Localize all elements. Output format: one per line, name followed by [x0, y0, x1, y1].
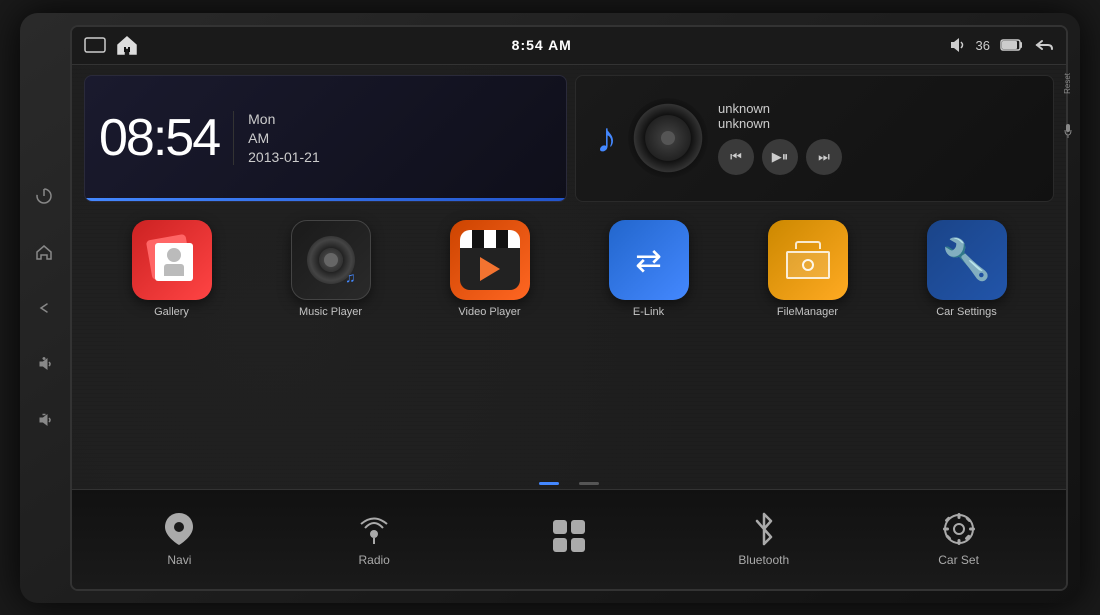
- apps-area: Gallery ♫ Music Player: [72, 210, 1066, 478]
- apps-grid-icon: [553, 520, 585, 552]
- nav-navi[interactable]: Navi: [129, 511, 229, 567]
- main-content: 08:54 Mon AM 2013-01-21 ♪: [72, 65, 1066, 589]
- bluetooth-icon: [748, 511, 780, 547]
- clock-info: Mon AM 2013-01-21: [233, 111, 320, 165]
- app-gallery[interactable]: Gallery: [122, 220, 222, 318]
- gallery-label: Gallery: [154, 306, 189, 318]
- play-pause-button[interactable]: ▶⏸: [762, 139, 798, 175]
- app-settings[interactable]: 🔧 Car Settings: [917, 220, 1017, 318]
- home-button[interactable]: [30, 238, 58, 266]
- app-video[interactable]: Video Player: [440, 220, 540, 318]
- page-dot-1: [539, 482, 559, 485]
- video-label: Video Player: [458, 306, 520, 318]
- bluetooth-label: Bluetooth: [738, 553, 789, 567]
- music-album-art: ♪: [588, 93, 708, 183]
- radio-icon: [356, 511, 392, 547]
- right-side-buttons: Reset: [1063, 73, 1072, 140]
- music-app-note: ♫: [345, 269, 356, 285]
- music-widget: ♪ unknown unknown ⏮ ▶⏸: [575, 75, 1054, 202]
- music-info: unknown unknown ⏮ ▶⏸ ⏭: [718, 101, 1041, 175]
- volume-status-icon: [946, 37, 966, 53]
- status-right-icons: 36: [946, 37, 1054, 53]
- video-play-icon: [480, 257, 500, 281]
- carset-label: Car Set: [938, 553, 979, 567]
- power-button[interactable]: [30, 182, 58, 210]
- rewind-button[interactable]: ⏮: [718, 139, 754, 175]
- vinyl-disc: [628, 98, 708, 178]
- nav-bluetooth[interactable]: Bluetooth: [714, 511, 814, 567]
- clock-date: 2013-01-21: [248, 149, 320, 165]
- music-label: Music Player: [299, 306, 362, 318]
- page-dot-2: [579, 482, 599, 485]
- music-icon: ♫: [291, 220, 371, 300]
- settings-icon: 🔧: [927, 220, 1007, 300]
- forward-button[interactable]: ⏭: [806, 139, 842, 175]
- side-buttons: [30, 182, 58, 434]
- app-music[interactable]: ♫ Music Player: [281, 220, 381, 318]
- settings-label: Car Settings: [936, 306, 997, 318]
- battery-status-icon: [1000, 38, 1024, 52]
- files-icon: [768, 220, 848, 300]
- carset-icon: [941, 511, 977, 547]
- navi-icon: [161, 511, 197, 547]
- clock-period: AM: [248, 130, 320, 146]
- navi-label: Navi: [167, 553, 191, 567]
- music-controls: ⏮ ▶⏸ ⏭: [718, 139, 1041, 175]
- window-icon: [84, 37, 106, 53]
- vinyl-center: [661, 131, 675, 145]
- bottom-nav: Navi Radio: [72, 489, 1066, 589]
- widgets-row: 08:54 Mon AM 2013-01-21 ♪: [72, 65, 1066, 210]
- nav-apps[interactable]: [519, 520, 619, 558]
- home-status-icon: [116, 35, 138, 55]
- volume-level: 36: [976, 38, 990, 53]
- nav-carset[interactable]: Car Set: [909, 511, 1009, 567]
- clock-time: 08:54: [99, 108, 219, 168]
- video-icon: [450, 220, 530, 300]
- status-left-icons: [84, 35, 138, 55]
- status-bar: 8:54 AM 36: [72, 27, 1066, 65]
- music-track: unknown unknown: [718, 101, 1041, 131]
- app-elink[interactable]: ⇄ E-Link: [599, 220, 699, 318]
- music-note-icon: ♪: [596, 114, 617, 162]
- wrench-icon: 🔧: [942, 236, 992, 283]
- mic-icon: [1064, 123, 1072, 139]
- page-indicator: [72, 478, 1066, 489]
- apps-grid: Gallery ♫ Music Player: [92, 220, 1046, 468]
- clock-day: Mon: [248, 111, 320, 127]
- car-stereo-device: 8:54 AM 36: [20, 13, 1080, 603]
- volume-down-button[interactable]: [30, 406, 58, 434]
- reset-label[interactable]: Reset: [1063, 73, 1072, 94]
- gallery-icon: [132, 220, 212, 300]
- status-time: 8:54 AM: [512, 37, 572, 53]
- radio-label: Radio: [359, 553, 390, 567]
- elink-label: E-Link: [633, 306, 664, 318]
- main-screen: 8:54 AM 36: [70, 25, 1068, 591]
- nav-radio[interactable]: Radio: [324, 511, 424, 567]
- back-status-icon[interactable]: [1034, 37, 1054, 53]
- files-label: FileManager: [777, 306, 838, 318]
- volume-up-button[interactable]: [30, 350, 58, 378]
- back-button[interactable]: [30, 294, 58, 322]
- clock-widget: 08:54 Mon AM 2013-01-21: [84, 75, 567, 202]
- app-files[interactable]: FileManager: [758, 220, 858, 318]
- elink-icon: ⇄: [609, 220, 689, 300]
